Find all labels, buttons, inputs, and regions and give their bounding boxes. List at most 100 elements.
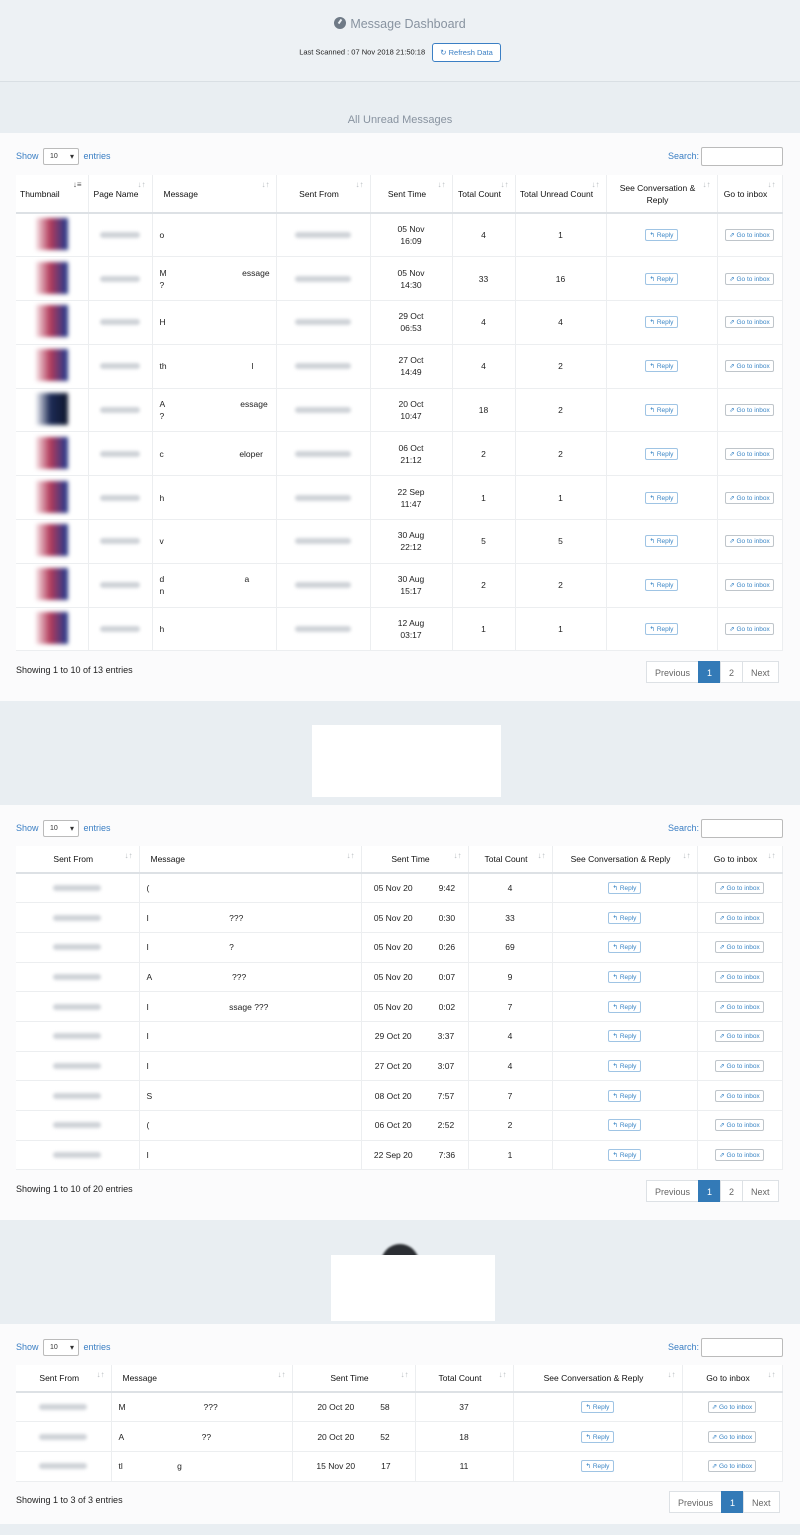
table-row[interactable]: d a n 30 Aug 15:17 2 2 ↰ Reply ⇗ Go to inbox [16, 563, 783, 608]
go-to-inbox-button[interactable]: ⇗ Go to inbox [707, 1460, 757, 1473]
table-row[interactable]: I ??? 05 Nov 20 0:30 33 ↰ Reply ⇗ Go to inbox [16, 902, 783, 933]
col-total-count[interactable]: Total Count ↓↑ [452, 175, 516, 214]
page-1-button[interactable]: 1 [698, 1180, 722, 1202]
table-row[interactable]: I ssage ??? 05 Nov 20 0:02 7 ↰ Reply ⇗ Go to … [16, 991, 783, 1022]
go-to-inbox-button[interactable]: ⇗ Go to inbox [715, 1149, 764, 1162]
table-row[interactable]: h 12 Aug 03:17 1 1 ↰ Reply ⇗ Go to inbox [16, 607, 783, 652]
next-button[interactable]: Next [743, 1491, 780, 1513]
go-to-inbox-button[interactable]: ⇗ Go to inbox [725, 447, 774, 460]
reply-button[interactable]: ↰ Reply [580, 1401, 615, 1414]
reply-button[interactable]: ↰ Reply [644, 447, 679, 460]
go-to-inbox-button[interactable]: ⇗ Go to inbox [715, 1000, 764, 1013]
table-row[interactable]: (05 Nov 20 9:42 4 ↰ Reply ⇗ Go to inbox [16, 873, 783, 904]
col-page-name[interactable]: Page Name ↓↑ [88, 175, 153, 214]
next-button[interactable]: Next [742, 1180, 779, 1202]
reply-button[interactable]: ↰ Reply [607, 911, 642, 924]
go-to-inbox-button[interactable]: ⇗ Go to inbox [707, 1401, 757, 1414]
go-to-inbox-button[interactable]: ⇗ Go to inbox [725, 623, 774, 636]
col-sent-time[interactable]: Sent Time ↓↑ [361, 846, 469, 874]
reply-button[interactable]: ↰ Reply [607, 970, 642, 983]
reply-button[interactable]: ↰ Reply [644, 316, 679, 329]
table-row[interactable]: I ? 05 Nov 20 0:26 69 ↰ Reply ⇗ Go to inbox [16, 932, 783, 963]
table-row[interactable]: M ??? 20 Oct 20 58 37 ↰ Reply ⇗ Go to inbox [16, 1392, 783, 1423]
col-sent-time[interactable]: Sent Time ↓↑ [292, 1365, 416, 1393]
col-message[interactable]: Message ↓↑ [152, 175, 277, 214]
table-row[interactable]: A essage ? 20 Oct 10:47 18 2 ↰ Reply ⇗ Go to … [16, 388, 783, 433]
col-sent-time[interactable]: Sent Time ↓↑ [370, 175, 453, 214]
table-row[interactable]: I 29 Oct 20 3:37 4 ↰ Reply ⇗ Go to inbox [16, 1021, 783, 1052]
go-to-inbox-button[interactable]: ⇗ Go to inbox [707, 1430, 757, 1443]
table-row[interactable]: I 22 Sep 20 7:36 1 ↰ Reply ⇗ Go to inbox [16, 1140, 783, 1171]
page-2-button[interactable]: 2 [720, 1180, 744, 1202]
table-row[interactable]: c eloper 06 Oct 21:12 2 2 ↰ Reply ⇗ Go to inb… [16, 431, 783, 477]
refresh-data-button[interactable]: ↻ Refresh Data [432, 43, 501, 62]
go-to-inbox-button[interactable]: ⇗ Go to inbox [725, 229, 774, 242]
table-row[interactable]: H 29 Oct 06:53 4 4 ↰ Reply ⇗ Go to inbox [16, 300, 783, 345]
go-to-inbox-button[interactable]: ⇗ Go to inbox [725, 404, 774, 417]
col-sent-from[interactable]: Sent From ↓↑ [276, 175, 371, 214]
go-to-inbox-button[interactable]: ⇗ Go to inbox [715, 1059, 764, 1072]
table-row[interactable]: A ?? 20 Oct 20 52 18 ↰ Reply ⇗ Go to inbox [16, 1421, 783, 1452]
col-go-to-inbox[interactable]: Go to inbox ↓↑ [697, 846, 783, 874]
page-length-select[interactable]: 10 [43, 820, 80, 837]
reply-button[interactable]: ↰ Reply [607, 1089, 642, 1102]
go-to-inbox-button[interactable]: ⇗ Go to inbox [715, 1089, 764, 1102]
reply-button[interactable]: ↰ Reply [644, 623, 679, 636]
search-input[interactable] [701, 1338, 784, 1357]
col-go-to-inbox[interactable]: Go to inbox ↓↑ [717, 175, 783, 214]
page-2-button[interactable]: 2 [720, 661, 744, 683]
table-row[interactable]: A ??? 05 Nov 20 0:07 9 ↰ Reply ⇗ Go to inbox [16, 962, 783, 993]
go-to-inbox-button[interactable]: ⇗ Go to inbox [725, 579, 774, 592]
col-total-unread-count[interactable]: Total Unread Count ↓↑ [515, 175, 607, 214]
reply-button[interactable]: ↰ Reply [607, 941, 642, 954]
col-sent-from[interactable]: Sent From ↓↑ [16, 1365, 112, 1393]
page-length-select[interactable]: 10 [43, 1339, 80, 1356]
table-row[interactable]: (06 Oct 20 2:52 2 ↰ Reply ⇗ Go to inbox [16, 1110, 783, 1141]
reply-button[interactable]: ↰ Reply [644, 360, 679, 373]
go-to-inbox-button[interactable]: ⇗ Go to inbox [715, 882, 764, 895]
reply-button[interactable]: ↰ Reply [607, 1000, 642, 1013]
col-message[interactable]: Message ↓↑ [111, 1365, 293, 1393]
reply-button[interactable]: ↰ Reply [644, 491, 679, 504]
table-row[interactable]: v 30 Aug 22:12 5 5 ↰ Reply ⇗ Go to inbox [16, 519, 783, 564]
table-row[interactable]: I 27 Oct 20 3:07 4 ↰ Reply ⇗ Go to inbox [16, 1051, 783, 1082]
previous-button[interactable]: Previous [646, 661, 700, 683]
go-to-inbox-button[interactable]: ⇗ Go to inbox [725, 491, 774, 504]
go-to-inbox-button[interactable]: ⇗ Go to inbox [715, 1119, 764, 1132]
search-input[interactable] [701, 819, 784, 838]
search-input[interactable] [701, 147, 784, 166]
col-see-conversation[interactable]: See Conversation & Reply ↓↑ [513, 1365, 683, 1393]
table-row[interactable]: S 08 Oct 20 7:57 7 ↰ Reply ⇗ Go to inbox [16, 1080, 783, 1111]
reply-button[interactable]: ↰ Reply [644, 229, 679, 242]
col-sent-from[interactable]: Sent From ↓↑ [16, 846, 140, 874]
page-1-button[interactable]: 1 [721, 1491, 745, 1513]
go-to-inbox-button[interactable]: ⇗ Go to inbox [725, 316, 774, 329]
col-see-conversation[interactable]: See Conversation & Reply ↓↑ [552, 846, 698, 874]
col-total-count[interactable]: Total Count ↓↑ [415, 1365, 514, 1393]
reply-button[interactable]: ↰ Reply [644, 272, 679, 285]
reply-button[interactable]: ↰ Reply [644, 535, 679, 548]
col-go-to-inbox[interactable]: Go to inbox ↓↑ [682, 1365, 783, 1393]
go-to-inbox-button[interactable]: ⇗ Go to inbox [715, 911, 764, 924]
reply-button[interactable]: ↰ Reply [580, 1460, 615, 1473]
reply-button[interactable]: ↰ Reply [644, 579, 679, 592]
go-to-inbox-button[interactable]: ⇗ Go to inbox [725, 272, 774, 285]
col-total-count[interactable]: Total Count ↓↑ [468, 846, 553, 874]
reply-button[interactable]: ↰ Reply [607, 1030, 642, 1043]
reply-button[interactable]: ↰ Reply [607, 1149, 642, 1162]
reply-button[interactable]: ↰ Reply [607, 882, 642, 895]
page-1-button[interactable]: 1 [698, 661, 722, 683]
go-to-inbox-button[interactable]: ⇗ Go to inbox [725, 360, 774, 373]
col-message[interactable]: Message ↓↑ [139, 846, 362, 874]
go-to-inbox-button[interactable]: ⇗ Go to inbox [715, 970, 764, 983]
table-row[interactable]: M essage ? 05 Nov 14:30 33 16 ↰ Reply ⇗ Go to… [16, 256, 783, 302]
previous-button[interactable]: Previous [669, 1491, 723, 1513]
reply-button[interactable]: ↰ Reply [607, 1119, 642, 1132]
col-thumbnail[interactable]: Thumbnail ↓≡ [16, 175, 89, 214]
table-row[interactable]: tl g 15 Nov 20 17 11 ↰ Reply ⇗ Go to inbox [16, 1451, 783, 1482]
table-row[interactable]: o 05 Nov 16:09 4 1 ↰ Reply ⇗ Go to inbox [16, 213, 783, 258]
col-see-conversation[interactable]: See Conversation & Reply ↓↑ [606, 175, 718, 214]
table-row[interactable]: th l 27 Oct 14:49 4 2 ↰ Reply ⇗ Go to inbox [16, 344, 783, 389]
reply-button[interactable]: ↰ Reply [644, 404, 679, 417]
next-button[interactable]: Next [742, 661, 779, 683]
